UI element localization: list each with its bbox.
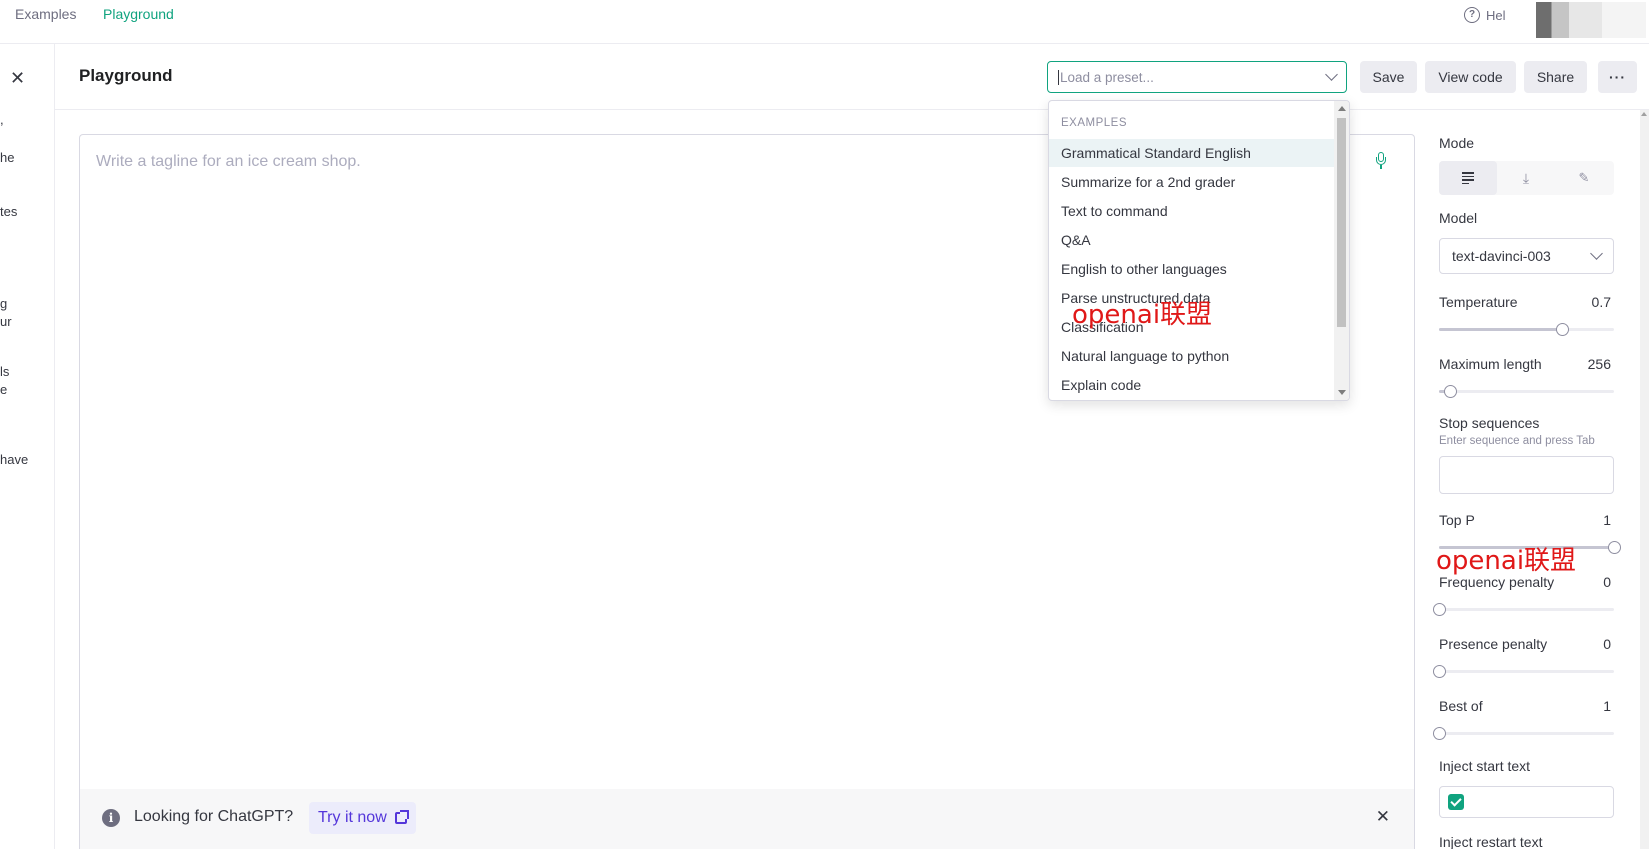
preset-option[interactable]: Explain code bbox=[1049, 371, 1334, 399]
slider-thumb[interactable] bbox=[1608, 541, 1621, 554]
slider-thumb[interactable] bbox=[1443, 385, 1457, 398]
mode-selector: ⤓ ✎ bbox=[1439, 161, 1614, 195]
model-select[interactable]: text-davinci-003 bbox=[1439, 238, 1614, 274]
watermark-text: openai联盟 bbox=[1436, 546, 1577, 576]
max-length-label: Maximum length bbox=[1439, 356, 1542, 372]
preset-option[interactable]: Grammatical Standard English bbox=[1049, 139, 1334, 167]
chevron-down-icon bbox=[1590, 247, 1603, 260]
account-avatar[interactable] bbox=[1536, 2, 1646, 38]
dropdown-section-label: EXAMPLES bbox=[1061, 117, 1127, 129]
left-text-fragment: he bbox=[0, 150, 15, 165]
help-link[interactable]: ? Hel bbox=[1464, 7, 1506, 23]
help-label: Hel bbox=[1486, 7, 1506, 23]
view-code-button[interactable]: View code bbox=[1425, 61, 1516, 93]
top-p-value: 1 bbox=[1603, 512, 1611, 528]
microphone-icon[interactable] bbox=[1376, 152, 1386, 170]
model-value: text-davinci-003 bbox=[1452, 248, 1551, 264]
save-button[interactable]: Save bbox=[1360, 61, 1417, 93]
stop-sequences-label: Stop sequences bbox=[1439, 415, 1540, 431]
top-p-label: Top P bbox=[1439, 512, 1475, 528]
left-text-fragment: , bbox=[0, 112, 4, 127]
left-text-fragment: ls bbox=[0, 364, 10, 379]
max-length-value: 256 bbox=[1587, 356, 1611, 372]
temperature-label: Temperature bbox=[1439, 294, 1518, 310]
slider-thumb[interactable] bbox=[1433, 665, 1446, 678]
inject-start-input[interactable] bbox=[1439, 786, 1614, 818]
top-nav: Examples Playground ? Hel bbox=[0, 0, 1649, 44]
preset-dropdown: EXAMPLES Grammatical Standard English Su… bbox=[1048, 100, 1350, 401]
preset-placeholder: Load a preset... bbox=[1058, 69, 1154, 85]
page-title: Playground bbox=[79, 66, 173, 85]
left-text-fragment: g bbox=[0, 296, 8, 311]
left-text-fragment: have bbox=[0, 452, 29, 467]
nav-examples-link[interactable]: Examples bbox=[15, 6, 76, 22]
more-options-button[interactable]: ··· bbox=[1598, 61, 1637, 93]
page-scrollbar[interactable] bbox=[1640, 110, 1649, 849]
best-of-label: Best of bbox=[1439, 698, 1483, 714]
temperature-value: 0.7 bbox=[1591, 294, 1611, 310]
preset-option[interactable]: Natural language to python bbox=[1049, 342, 1334, 370]
best-of-slider[interactable] bbox=[1433, 727, 1614, 740]
banner-text: Looking for ChatGPT? bbox=[134, 808, 294, 825]
mode-label: Mode bbox=[1439, 135, 1475, 151]
left-panel: ✕ , he tes g ur ls e have bbox=[0, 44, 55, 849]
preset-select[interactable]: Load a preset... bbox=[1047, 61, 1347, 93]
settings-panel: Mode ⤓ ✎ Model text-davinci-003 Temperat… bbox=[1433, 110, 1649, 849]
presence-penalty-slider[interactable] bbox=[1433, 665, 1614, 678]
frequency-penalty-slider[interactable] bbox=[1433, 603, 1614, 616]
preset-option[interactable]: English to other languages bbox=[1049, 255, 1334, 283]
inject-start-label: Inject start text bbox=[1439, 758, 1531, 774]
best-of-value: 1 bbox=[1603, 698, 1611, 714]
slider-thumb[interactable] bbox=[1433, 727, 1446, 740]
preset-option[interactable]: Summarize for a 2nd grader bbox=[1049, 168, 1334, 196]
help-icon: ? bbox=[1464, 7, 1480, 23]
left-text-fragment: e bbox=[0, 382, 8, 397]
model-label: Model bbox=[1439, 210, 1478, 226]
slider-thumb[interactable] bbox=[1433, 603, 1446, 616]
preset-option[interactable]: Text to command bbox=[1049, 197, 1334, 225]
info-icon: i bbox=[102, 809, 120, 827]
stop-sequences-input[interactable] bbox=[1439, 456, 1614, 494]
complete-mode-icon bbox=[1462, 170, 1474, 186]
frequency-penalty-value: 0 bbox=[1603, 574, 1611, 590]
watermark-text: openai联盟 bbox=[1072, 300, 1213, 330]
inject-start-checkbox[interactable] bbox=[1448, 794, 1464, 810]
insert-mode-icon: ⤓ bbox=[1522, 169, 1530, 186]
scroll-up-icon[interactable] bbox=[1338, 106, 1346, 111]
external-link-icon bbox=[394, 810, 409, 824]
presence-penalty-value: 0 bbox=[1603, 636, 1611, 652]
left-text-fragment: ur bbox=[0, 314, 12, 329]
mode-complete-button[interactable] bbox=[1439, 161, 1497, 195]
try-it-now-label: Try it now bbox=[318, 809, 387, 826]
dropdown-scrollbar[interactable] bbox=[1334, 101, 1349, 400]
stop-sequences-hint: Enter sequence and press Tab bbox=[1439, 435, 1595, 447]
left-text-fragment: tes bbox=[0, 204, 18, 219]
chevron-down-icon bbox=[1325, 68, 1338, 81]
scrollbar-thumb[interactable] bbox=[1337, 118, 1346, 327]
inject-restart-label: Inject restart text bbox=[1439, 834, 1543, 849]
scroll-up-icon[interactable] bbox=[1641, 112, 1647, 116]
preset-option[interactable]: Q&A bbox=[1049, 226, 1334, 254]
mode-edit-button[interactable]: ✎ bbox=[1555, 161, 1613, 195]
mode-insert-button[interactable]: ⤓ bbox=[1497, 161, 1555, 195]
presence-penalty-label: Presence penalty bbox=[1439, 636, 1548, 652]
banner-close-icon[interactable]: ✕ bbox=[1376, 807, 1390, 827]
try-it-now-button[interactable]: Try it now bbox=[309, 802, 416, 834]
scroll-down-icon[interactable] bbox=[1338, 390, 1346, 395]
slider-thumb[interactable] bbox=[1555, 323, 1569, 336]
share-button[interactable]: Share bbox=[1524, 61, 1587, 93]
slider-fill bbox=[1439, 328, 1562, 331]
prompt-placeholder: Write a tagline for an ice cream shop. bbox=[96, 153, 361, 170]
max-length-slider[interactable] bbox=[1439, 385, 1614, 398]
edit-mode-icon: ✎ bbox=[1578, 170, 1590, 185]
chatgpt-banner: i Looking for ChatGPT? Try it now ✕ bbox=[80, 789, 1414, 849]
close-icon[interactable]: ✕ bbox=[10, 68, 25, 89]
temperature-slider[interactable] bbox=[1439, 323, 1614, 336]
nav-playground-link[interactable]: Playground bbox=[103, 6, 174, 22]
playground-header: Playground Load a preset... Save View co… bbox=[55, 44, 1649, 110]
